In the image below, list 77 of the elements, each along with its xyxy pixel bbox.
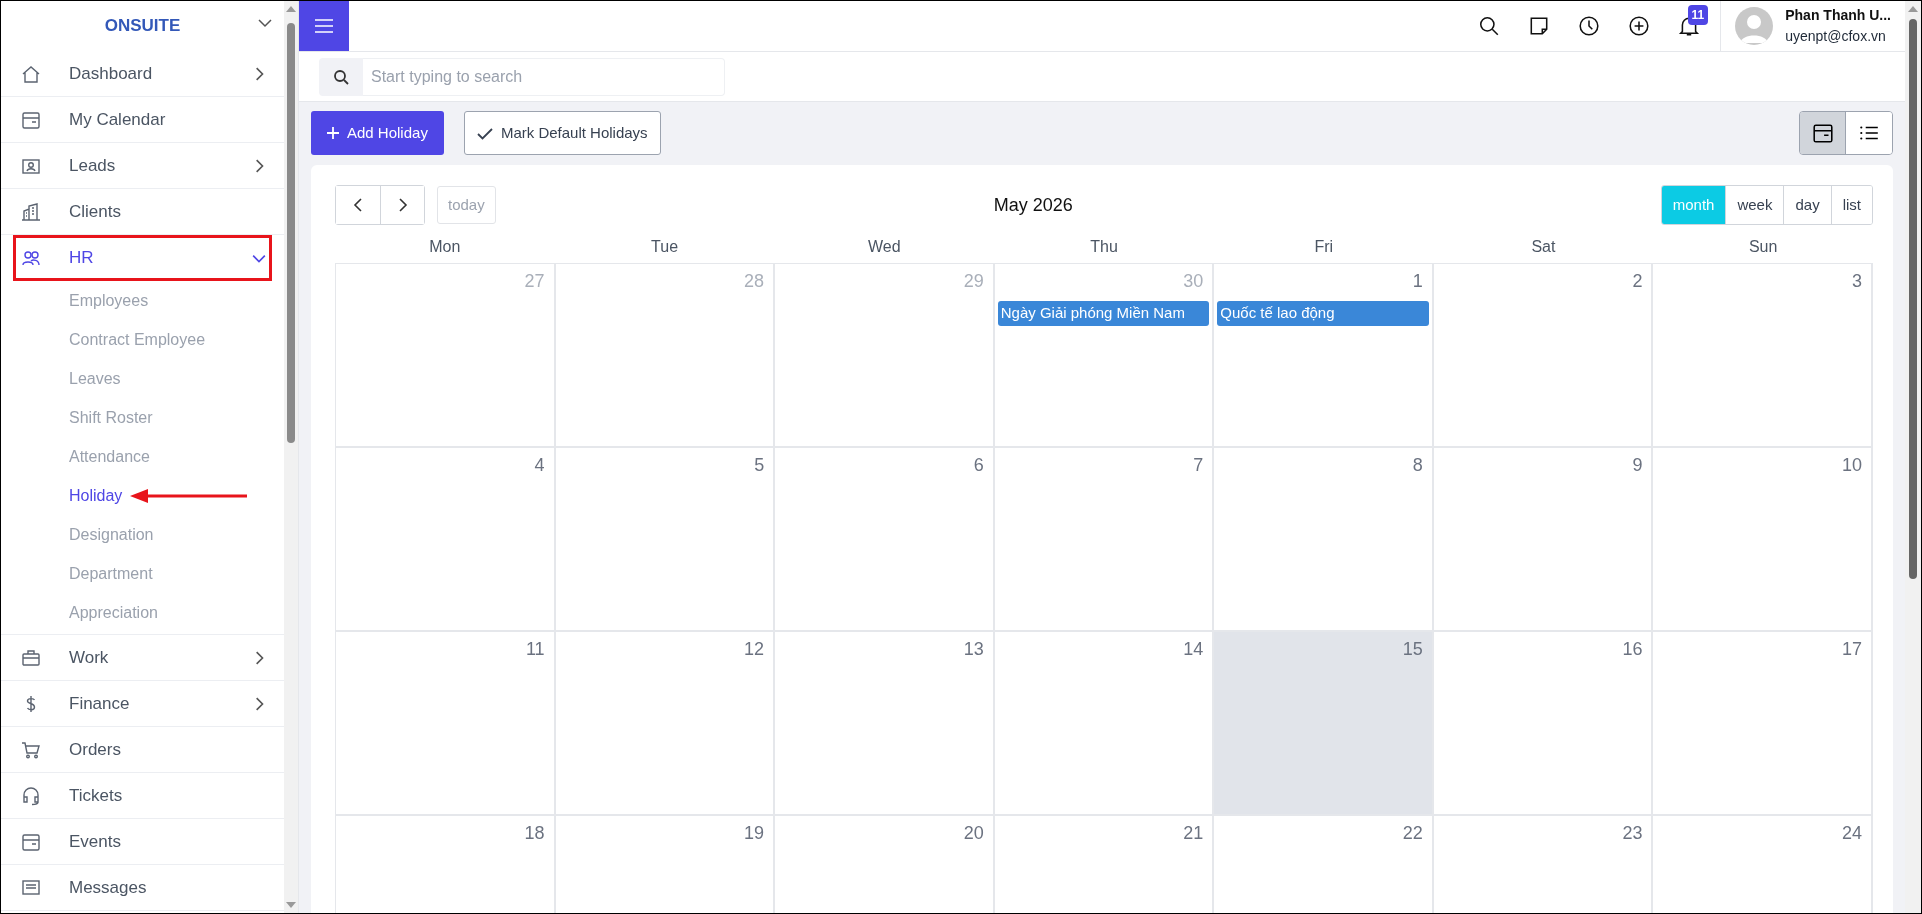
home-icon — [21, 63, 41, 84]
sidebar-item[interactable]: Work — [1, 635, 284, 681]
mark-default-holidays-button[interactable]: Mark Default Holidays — [463, 111, 661, 155]
day-number: 6 — [973, 454, 985, 477]
add-circle-icon[interactable] — [1628, 15, 1651, 37]
briefcase-icon — [21, 647, 41, 668]
list-view-button[interactable] — [1846, 112, 1892, 154]
weekday-header: Tue — [651, 238, 679, 255]
day-number: 20 — [963, 822, 985, 845]
search-icon — [319, 57, 363, 96]
day-number: 22 — [1402, 822, 1424, 845]
sidebar-item[interactable]: Clients — [1, 189, 284, 235]
calendar-icon — [21, 109, 41, 130]
day-number: 7 — [1193, 454, 1205, 477]
day-number: 4 — [534, 454, 546, 477]
sidebar-item[interactable]: Messages — [1, 865, 284, 911]
check-icon — [476, 127, 493, 140]
brand-logo[interactable]: ONSUITE — [104, 13, 181, 39]
day-number: 13 — [963, 638, 985, 661]
add-holiday-button[interactable]: Add Holiday — [311, 111, 444, 155]
weekday-header: Thu — [1090, 238, 1118, 255]
sidebar-item[interactable]: Leads — [1, 143, 284, 189]
clock-icon[interactable] — [1578, 15, 1601, 37]
user-name[interactable]: Phan Thanh U... — [1785, 5, 1891, 26]
day-number: 1 — [1412, 270, 1424, 293]
chevron-down-icon[interactable] — [258, 19, 272, 28]
day-number: 30 — [1183, 270, 1205, 293]
day-number: 17 — [1841, 638, 1863, 661]
sidebar-item[interactable]: Events — [1, 819, 284, 865]
day-number: 14 — [1183, 638, 1205, 661]
cart-icon — [21, 739, 41, 760]
calendar-icon — [1811, 122, 1834, 144]
day-number: 29 — [963, 270, 985, 293]
weekday-header: Fri — [1314, 238, 1334, 255]
holiday-event[interactable]: Quốc tế lao động — [1217, 301, 1429, 326]
calendar-view-button[interactable] — [1800, 112, 1846, 154]
message-icon — [21, 877, 41, 898]
day-number: 23 — [1622, 822, 1644, 845]
day-number: 21 — [1183, 822, 1205, 845]
day-number: 15 — [1402, 638, 1424, 661]
weekday-header: Sat — [1531, 238, 1556, 255]
day-number: 9 — [1632, 454, 1644, 477]
day-number: 11 — [525, 638, 546, 661]
day-number: 2 — [1632, 270, 1644, 293]
holiday-event[interactable]: Ngày Giải phóng Miền Nam — [997, 301, 1210, 326]
view-button[interactable]: list — [1830, 186, 1872, 224]
calendar-title: May 2026 — [993, 194, 1073, 215]
sidebar-item[interactable]: HR — [13, 235, 272, 281]
calendar-icon — [21, 831, 41, 852]
day-number: 19 — [744, 822, 766, 845]
day-number: 24 — [1841, 822, 1863, 845]
weekday-header: Wed — [867, 238, 901, 255]
day-number: 3 — [1851, 270, 1863, 293]
day-number: 16 — [1622, 638, 1644, 661]
menu-button[interactable] — [299, 1, 349, 51]
headset-icon — [21, 785, 41, 806]
search-icon[interactable] — [1478, 15, 1501, 37]
day-number: 8 — [1412, 454, 1424, 477]
user-email: uyenpt@cfox.vn — [1785, 27, 1887, 46]
day-number: 12 — [744, 638, 766, 661]
search-field[interactable]: Start typing to search — [363, 57, 725, 96]
menu-icon — [314, 18, 334, 34]
weekday-header: Mon — [429, 238, 461, 255]
day-number: 18 — [524, 822, 546, 845]
day-number: 5 — [754, 454, 766, 477]
day-number: 27 — [524, 270, 546, 293]
day-number: 28 — [744, 270, 766, 293]
weekday-header: Sun — [1748, 238, 1778, 255]
scrollbar[interactable] — [1905, 1, 1921, 913]
notification-count: 11 — [1687, 5, 1709, 25]
chevron-right-icon — [397, 198, 408, 212]
submenu-item[interactable]: Holiday — [69, 483, 123, 508]
plus-icon — [327, 126, 339, 139]
chevron-left-icon — [353, 198, 363, 212]
day-number: 10 — [1841, 454, 1863, 477]
sidebar-item[interactable]: My Calendar — [1, 97, 284, 143]
building-icon — [21, 201, 41, 222]
